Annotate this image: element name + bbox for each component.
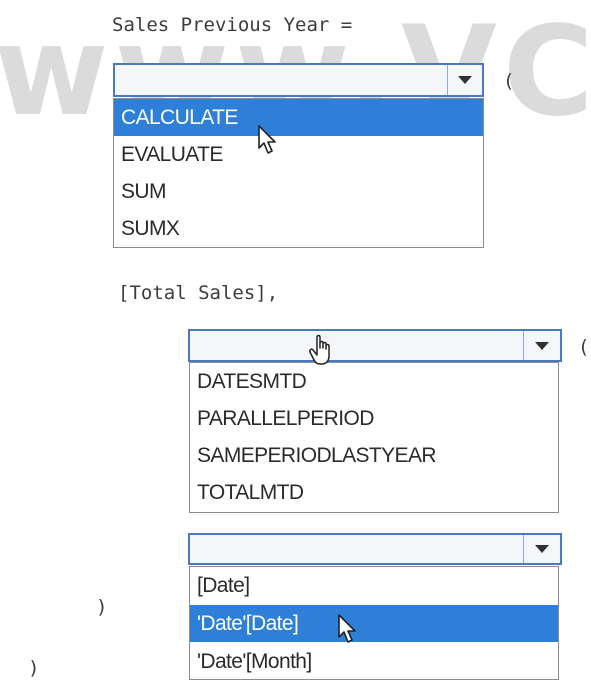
option-date-table-date[interactable]: 'Date'[Date] <box>190 605 558 642</box>
code-close-outer: ) <box>28 657 40 679</box>
option-datesmtd[interactable]: DATESMTD <box>190 363 558 400</box>
code-close-inner: ) <box>96 596 108 618</box>
date-column-dropdown[interactable] <box>188 533 562 565</box>
time-function-dropdown-toggle[interactable] <box>523 331 560 360</box>
option-parallelperiod[interactable]: PARALLELPERIOD <box>190 400 558 437</box>
date-column-menu: [Date] 'Date'[Date] 'Date'[Month] <box>189 566 559 680</box>
code-line-measure-name: Sales Previous Year = <box>112 14 353 36</box>
time-function-dropdown[interactable] <box>188 329 562 362</box>
function-dropdown[interactable] <box>113 63 484 97</box>
option-date-table-month[interactable]: 'Date'[Month] <box>190 643 558 680</box>
option-calculate[interactable]: CALCULATE <box>114 99 483 136</box>
chevron-down-icon <box>535 545 549 553</box>
option-date[interactable]: [Date] <box>190 567 558 604</box>
code-line-total-sales: [Total Sales], <box>118 282 279 304</box>
date-column-dropdown-toggle[interactable] <box>523 535 560 563</box>
function-menu: CALCULATE EVALUATE SUM SUMX <box>113 98 484 248</box>
option-sameperiodlastyear[interactable]: SAMEPERIODLASTYEAR <box>190 437 558 474</box>
code-paren-open-2: ( <box>578 336 590 358</box>
option-sumx[interactable]: SUMX <box>114 210 483 247</box>
option-sum[interactable]: SUM <box>114 173 483 210</box>
option-evaluate[interactable]: EVALUATE <box>114 136 483 173</box>
chevron-down-icon <box>458 76 472 84</box>
chevron-down-icon <box>535 341 549 350</box>
time-function-menu: DATESMTD PARALLELPERIOD SAMEPERIODLASTYE… <box>189 362 559 513</box>
code-paren-open-1: ( <box>503 70 515 92</box>
function-dropdown-toggle[interactable] <box>447 65 482 95</box>
option-totalmtd[interactable]: TOTALMTD <box>190 474 558 511</box>
